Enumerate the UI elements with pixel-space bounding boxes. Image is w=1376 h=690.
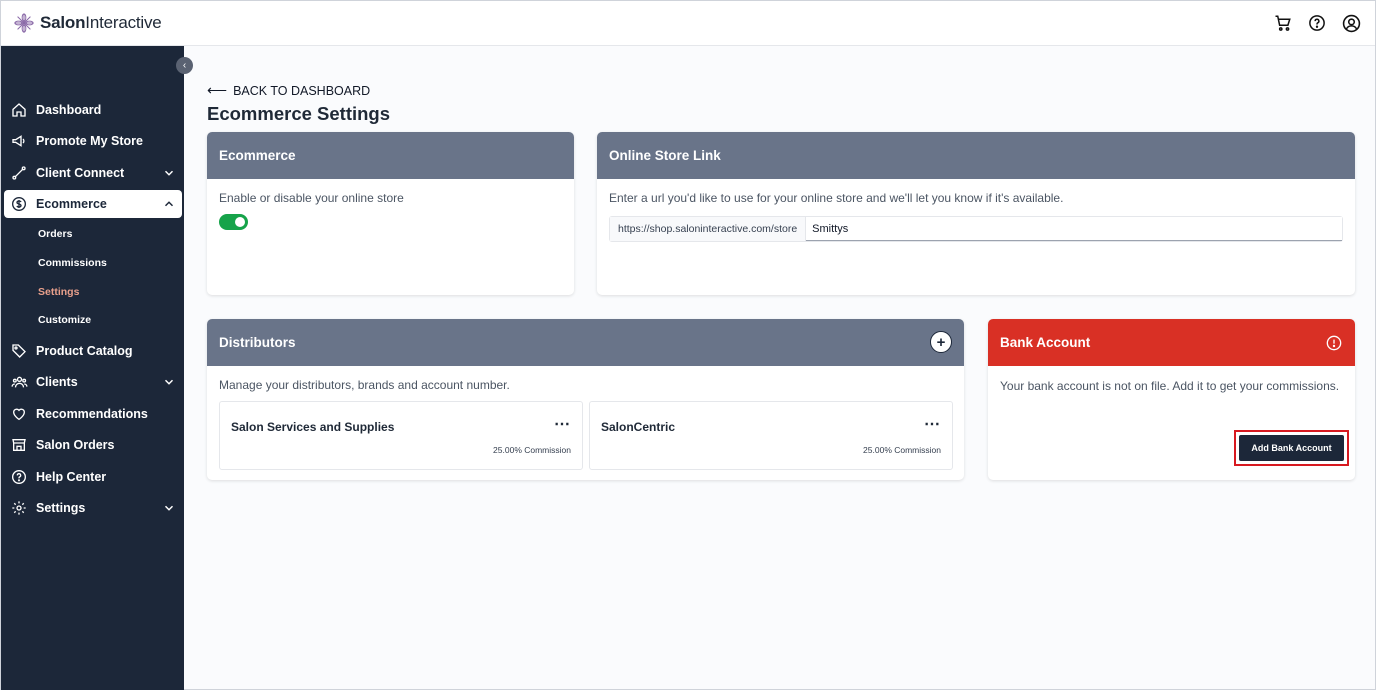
sidebar-item-label: Dashboard	[36, 103, 102, 117]
chevron-up-icon	[164, 201, 174, 207]
sidebar-subitem-orders[interactable]: Orders	[38, 228, 72, 240]
sidebar-item-settings[interactable]: Settings	[4, 494, 182, 522]
brand-logo[interactable]: SalonInteractive	[13, 12, 162, 34]
sidebar-item-label: Recommendations	[36, 407, 148, 421]
sidebar-collapse-button[interactable]: ‹	[176, 57, 193, 74]
toggle-knob	[235, 217, 245, 227]
distributor-name: Salon Services and Supplies	[231, 420, 395, 434]
help-icon[interactable]	[1307, 12, 1327, 34]
brand-name-bold: Salon	[40, 13, 86, 32]
sidebar-item-dashboard[interactable]: Dashboard	[4, 96, 182, 124]
bank-account-card: Bank Account Your bank account is not on…	[988, 319, 1355, 480]
chevron-down-icon	[164, 505, 174, 511]
highlight-frame: Add Bank Account	[1234, 430, 1349, 466]
back-link-label: BACK TO DASHBOARD	[233, 83, 371, 98]
sidebar-subitem-settings[interactable]: Settings	[38, 286, 79, 298]
users-icon	[10, 373, 28, 391]
sidebar-item-label: Product Catalog	[36, 344, 133, 358]
online-store-link-card: Online Store Link Enter a url you'd like…	[597, 132, 1355, 295]
distributor-commission: 25.00% Commission	[493, 445, 571, 455]
store-url-prefix: https://shop.saloninteractive.com/store	[610, 217, 807, 241]
arrow-left-icon: ⟵	[207, 82, 228, 98]
sidebar-item-product-catalog[interactable]: Product Catalog	[4, 337, 182, 365]
store-icon	[10, 436, 28, 454]
distributor-name: SalonCentric	[601, 420, 676, 434]
logo-flower-icon	[14, 13, 34, 33]
page-title: Ecommerce Settings	[207, 103, 391, 124]
distributor-commission: 25.00% Commission	[863, 445, 941, 455]
distributor-item[interactable]: Salon Services and Supplies ⋯ 25.00% Com…	[219, 401, 583, 470]
store-url-input[interactable]	[806, 217, 1342, 241]
distributors-card: Distributors + Manage your distributors,…	[207, 319, 964, 480]
home-icon	[10, 101, 28, 119]
store-enabled-toggle[interactable]	[219, 214, 248, 230]
alert-circle-icon	[1326, 335, 1342, 351]
ecommerce-description: Enable or disable your online store	[219, 191, 404, 205]
tag-icon	[10, 342, 28, 360]
bank-account-message: Your bank account is not on file. Add it…	[1000, 379, 1340, 393]
back-to-dashboard-link[interactable]: ⟵ BACK TO DASHBOARD	[207, 82, 370, 99]
distributors-card-title: Distributors	[219, 335, 296, 350]
online-store-link-card-title: Online Store Link	[597, 132, 1355, 179]
connect-icon	[10, 164, 28, 182]
sidebar-item-help-center[interactable]: Help Center	[4, 463, 182, 491]
top-bar: SalonInteractive	[1, 1, 1375, 46]
store-url-group: https://shop.saloninteractive.com/store	[609, 216, 1343, 242]
sidebar-item-label: Clients	[36, 375, 78, 389]
distributors-description: Manage your distributors, brands and acc…	[219, 378, 510, 392]
heart-icon	[10, 405, 28, 423]
distributor-item[interactable]: SalonCentric ⋯ 25.00% Commission	[589, 401, 953, 470]
sidebar-item-clients[interactable]: Clients	[4, 368, 182, 396]
sidebar-item-label: Salon Orders	[36, 438, 115, 452]
sidebar-item-label: Help Center	[36, 470, 107, 484]
dollar-icon	[10, 195, 28, 213]
plus-icon: +	[936, 333, 946, 351]
sidebar-subitem-commissions[interactable]: Commissions	[38, 257, 107, 269]
sidebar-item-recommendations[interactable]: Recommendations	[4, 400, 182, 428]
chevron-down-icon	[164, 170, 174, 176]
more-options-icon[interactable]: ⋯	[554, 414, 571, 434]
sidebar-item-label: Client Connect	[36, 166, 125, 180]
sidebar-item-salon-orders[interactable]: Salon Orders	[4, 431, 182, 459]
sidebar-item-promote-my-store[interactable]: Promote My Store	[4, 127, 182, 155]
cart-icon[interactable]	[1273, 12, 1293, 34]
help-icon	[10, 468, 28, 486]
chevron-down-icon	[164, 379, 174, 385]
sidebar-subitem-customize[interactable]: Customize	[38, 314, 91, 326]
add-distributor-button[interactable]: +	[930, 331, 952, 353]
gear-icon	[10, 499, 28, 517]
sidebar-item-client-connect[interactable]: Client Connect	[4, 159, 182, 187]
megaphone-icon	[10, 132, 28, 150]
ecommerce-card-title: Ecommerce	[207, 132, 574, 179]
ecommerce-card: Ecommerce Enable or disable your online …	[207, 132, 574, 295]
brand-name-rest: Interactive	[85, 13, 162, 32]
sidebar-item-label: Ecommerce	[36, 197, 107, 211]
sidebar-item-label: Promote My Store	[36, 134, 143, 148]
bank-account-card-title: Bank Account	[1000, 335, 1091, 350]
add-bank-account-button[interactable]: Add Bank Account	[1239, 435, 1344, 461]
more-options-icon[interactable]: ⋯	[924, 414, 941, 434]
sidebar: Dashboard Promote My Store Client Connec…	[1, 46, 184, 690]
store-link-description: Enter a url you'd like to use for your o…	[609, 191, 1064, 205]
user-icon[interactable]	[1341, 12, 1361, 34]
sidebar-item-ecommerce[interactable]: Ecommerce	[4, 190, 182, 218]
sidebar-item-label: Settings	[36, 501, 86, 515]
